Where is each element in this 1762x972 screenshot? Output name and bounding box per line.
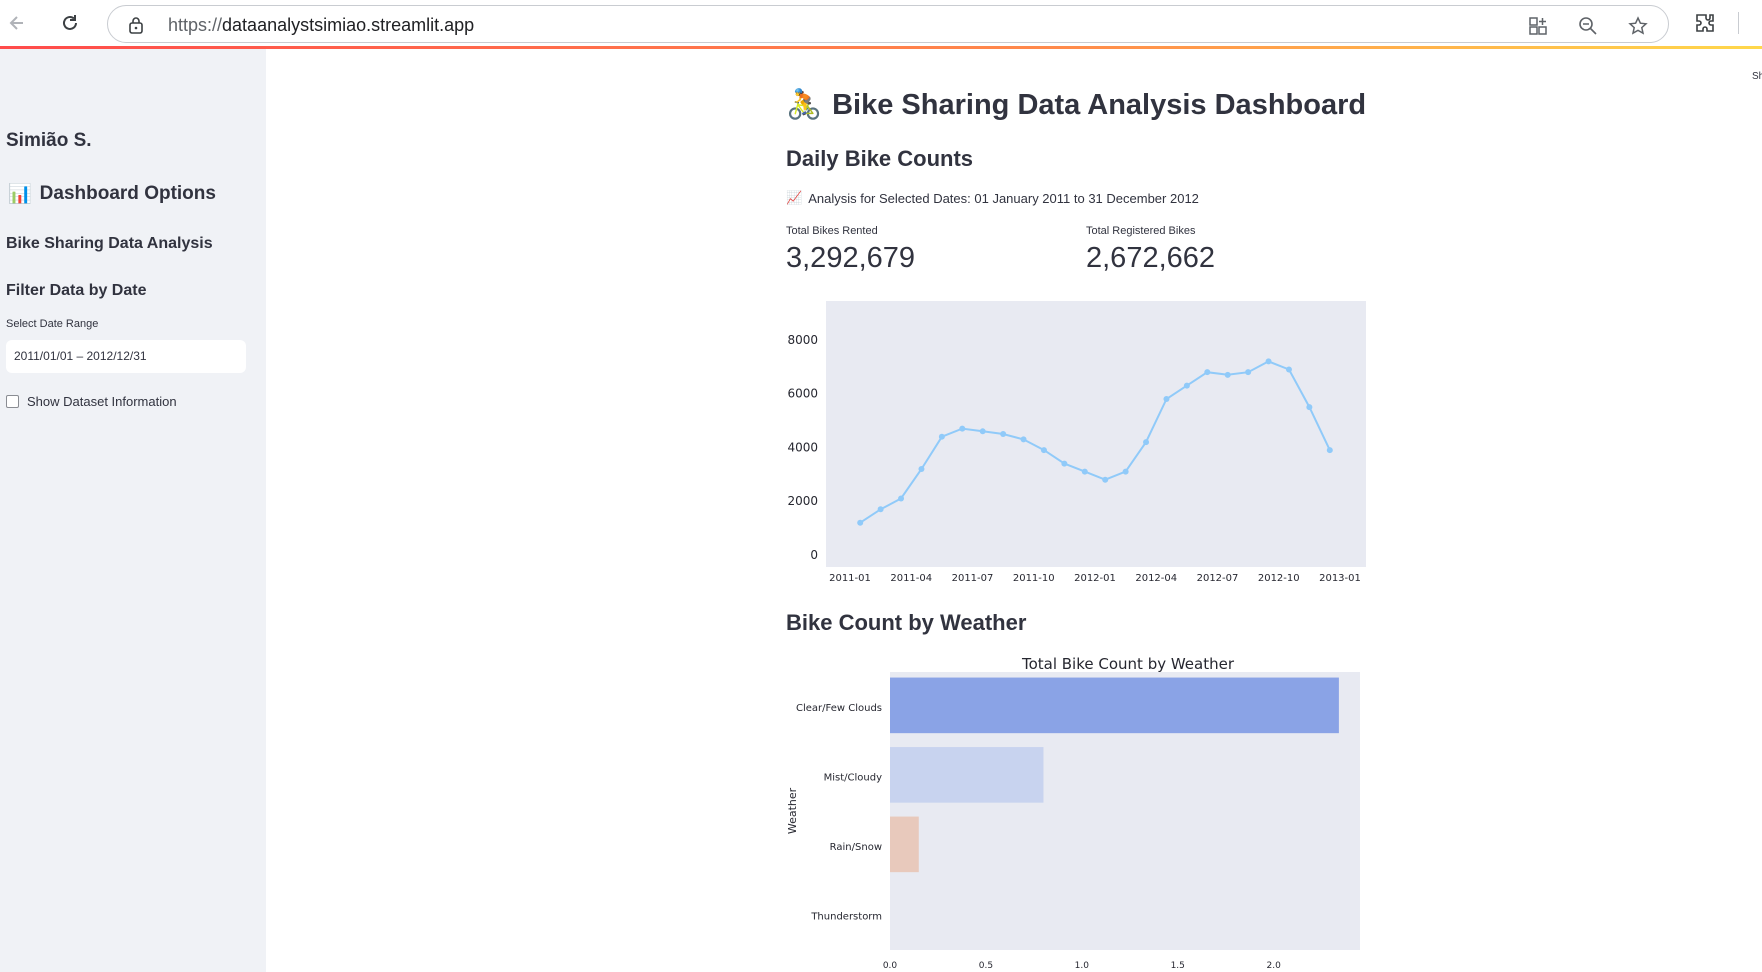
line-chart-point <box>1204 369 1211 376</box>
author-name: Simião S. <box>6 130 92 151</box>
bar-chart-x-tick: 1.0 <box>1075 961 1090 971</box>
line-chart-x-tick: 2012-07 <box>1197 573 1239 584</box>
line-chart-point <box>898 495 905 502</box>
metric-value-registered: 2,672,662 <box>1086 242 1216 274</box>
line-chart-point <box>1245 369 1252 376</box>
line-chart-point <box>1061 460 1068 467</box>
daily-counts-chart: 0 2000 4000 6000 8000 2011-01 2011-04 2011-07 2… <box>787 301 1366 584</box>
line-chart-y-tick: 8000 <box>787 333 818 347</box>
trend-icon: 📈 <box>786 190 803 205</box>
line-chart-point <box>1285 366 1292 373</box>
back-arrow-icon[interactable] <box>2 8 32 38</box>
metric-label-registered: Total Registered Bikes <box>1086 225 1196 237</box>
header-share-text[interactable]: Sh <box>1752 71 1762 82</box>
line-chart-point <box>1183 382 1190 389</box>
weather-category-label: Clear/Few Clouds <box>796 703 882 714</box>
reload-icon[interactable] <box>55 8 85 38</box>
metric-value-total: 3,292,679 <box>786 242 916 274</box>
date-caption-text: Analysis for Selected Dates: 01 January … <box>808 190 1199 206</box>
date-caption: 📈 Analysis for Selected Dates: 01 Januar… <box>786 190 1199 206</box>
extensions-icon[interactable] <box>1690 8 1720 38</box>
weather-category-label: Thunderstorm <box>810 911 882 922</box>
line-chart-point <box>857 519 864 526</box>
line-chart-point <box>1224 371 1231 378</box>
line-chart-y-tick: 2000 <box>787 494 818 508</box>
weather-heading: Bike Count by Weather <box>786 610 1027 635</box>
url-domain: dataanalystsimiao.streamlit.app <box>222 15 475 35</box>
page-title: 🚴 Bike Sharing Data Analysis Dashboard <box>786 88 1366 122</box>
line-chart-plot-area <box>826 301 1366 567</box>
toolbar-divider <box>1738 12 1739 34</box>
line-chart-x-tick: 2011-10 <box>1013 573 1055 584</box>
line-chart-y-tick: 6000 <box>787 387 818 401</box>
weather-category-label: Mist/Cloudy <box>824 772 882 783</box>
lock-icon[interactable] <box>128 16 144 34</box>
line-chart-point <box>1143 439 1150 446</box>
star-icon[interactable] <box>1628 16 1648 36</box>
weather-bar <box>890 747 1044 803</box>
line-chart-point <box>1040 447 1047 454</box>
sidebar-section-title: Bike Sharing Data Analysis <box>6 235 213 252</box>
bar-chart-x-tick: 2.0 <box>1267 961 1282 971</box>
date-range-label: Select Date Range <box>6 318 99 330</box>
line-chart-y-tick: 0 <box>810 548 818 562</box>
weather-bar-chart: Total Bike Count by Weather Weather Clea… <box>786 655 1360 971</box>
browser-toolbar: https://dataanalystsimiao.streamlit.app <box>0 0 1762 46</box>
dataset-info-label: Show Dataset Information <box>27 394 177 409</box>
url-text: https://dataanalystsimiao.streamlit.app <box>168 15 474 36</box>
line-chart-point <box>959 425 966 432</box>
weather-category-label: Rain/Snow <box>830 842 882 853</box>
weather-bar <box>890 816 919 873</box>
line-chart-x-tick: 2011-07 <box>952 573 994 584</box>
line-chart-point <box>1000 431 1007 437</box>
line-chart-point <box>1102 476 1109 483</box>
bar-chart-y-axis-label: Weather <box>786 787 799 834</box>
bar-chart-x-tick: 0.5 <box>979 961 993 971</box>
zoom-icon[interactable] <box>1578 16 1598 36</box>
date-range-input[interactable]: 2011/01/01 – 2012/12/31 <box>6 340 246 373</box>
line-chart-x-tick: 2011-01 <box>829 573 871 584</box>
line-chart-point <box>1122 468 1129 475</box>
line-chart-point <box>979 428 986 435</box>
options-title: Dashboard Options <box>39 183 216 204</box>
line-chart-x-tick: 2012-01 <box>1074 573 1116 584</box>
bar-chart-x-tick: 0.0 <box>883 961 898 971</box>
line-chart-point <box>1306 404 1313 411</box>
line-chart-y-tick: 4000 <box>787 440 818 454</box>
metric-label-total: Total Bikes Rented <box>786 225 878 237</box>
apps-icon[interactable] <box>1528 16 1548 36</box>
line-chart-point <box>877 506 884 513</box>
line-chart-x-tick: 2012-10 <box>1258 573 1300 584</box>
cyclist-icon: 🚴 <box>786 89 823 121</box>
bar-chart-x-tick: 1.5 <box>1171 961 1185 971</box>
line-chart-point <box>918 465 925 472</box>
line-chart-point <box>1265 358 1272 365</box>
line-chart-point <box>1163 396 1170 403</box>
line-chart-point <box>938 433 945 440</box>
weather-bar <box>890 677 1339 734</box>
line-chart-x-tick: 2012-04 <box>1135 573 1177 584</box>
sidebar: Simião S. 📊 Dashboard Options Bike Shari… <box>0 49 266 972</box>
line-chart-point <box>1020 436 1027 443</box>
url-protocol: https:// <box>168 15 223 35</box>
line-chart-point <box>1081 468 1088 475</box>
dataset-info-toggle[interactable]: Show Dataset Information <box>6 394 177 409</box>
line-chart-point <box>1326 447 1333 454</box>
options-header: 📊 Dashboard Options <box>8 182 216 206</box>
page-title-text: Bike Sharing Data Analysis Dashboard <box>832 88 1367 121</box>
address-bar[interactable]: https://dataanalystsimiao.streamlit.app <box>107 5 1669 43</box>
filter-title: Filter Data by Date <box>6 282 147 299</box>
daily-counts-heading: Daily Bike Counts <box>786 146 974 171</box>
bar-chart-icon: 📊 <box>8 184 32 205</box>
dataset-info-checkbox[interactable] <box>6 395 19 408</box>
line-chart-x-tick: 2011-04 <box>890 573 932 584</box>
bar-chart-title: Total Bike Count by Weather <box>1021 655 1235 673</box>
line-chart-x-tick: 2013-01 <box>1319 573 1361 584</box>
